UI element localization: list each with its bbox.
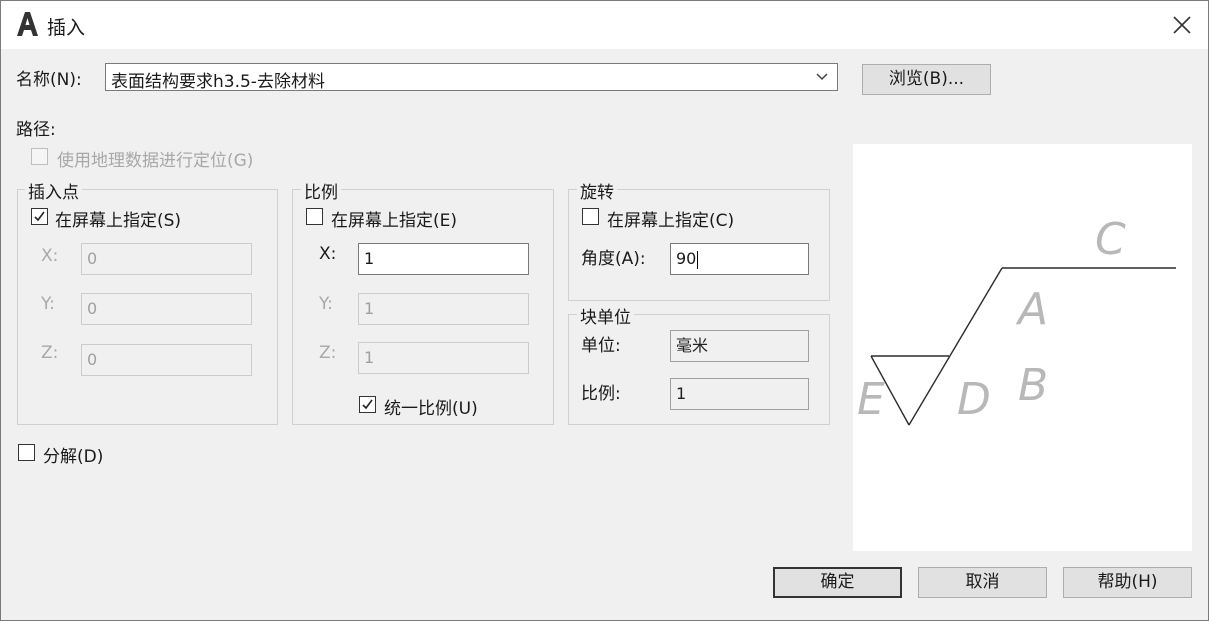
scale-title: 比例 — [301, 178, 341, 203]
scale-y-input[interactable]: 1 — [358, 293, 529, 325]
geo-label: 使用地理数据进行定位(G) — [57, 151, 254, 171]
rotation-specify-label: 在屏幕上指定(C) — [607, 211, 735, 231]
insertion-z-input[interactable]: 0 — [81, 344, 252, 376]
surface-finish-symbol-preview: C A D B E — [857, 214, 1176, 426]
unit-label: 单位: — [581, 336, 621, 356]
ok-button[interactable]: 确定 — [773, 567, 902, 598]
unit-value: 毫米 — [670, 330, 809, 362]
insertion-x-input[interactable]: 0 — [81, 243, 252, 275]
name-value: 表面结构要求h3.5-去除材料 — [111, 72, 325, 92]
scale-x-label: X: — [319, 244, 337, 264]
text-caret — [697, 250, 699, 269]
scale-specify-label: 在屏幕上指定(E) — [331, 211, 458, 231]
rotation-title: 旋转 — [577, 178, 617, 203]
close-x-icon — [1173, 16, 1191, 34]
block-preview: C A D B E — [853, 144, 1192, 551]
block-unit-title: 块单位 — [577, 303, 634, 328]
checkmark-icon — [362, 399, 373, 410]
path-label: 路径: — [16, 120, 56, 140]
autocad-a-icon — [17, 12, 38, 36]
explode-checkbox[interactable] — [18, 444, 35, 461]
rotation-specify-checkbox[interactable] — [582, 208, 599, 225]
scale-z-label: Z: — [319, 343, 337, 363]
geo-checkbox[interactable] — [31, 148, 48, 165]
preview-label-e: E — [857, 374, 885, 425]
chevron-down-icon[interactable] — [815, 68, 829, 86]
insertion-specify-checkbox[interactable] — [31, 208, 48, 225]
title-bar: 插入 — [1, 1, 1208, 49]
insertion-z-label: Z: — [41, 343, 59, 363]
insertion-x-label: X: — [41, 246, 59, 266]
scale-y-label: Y: — [319, 294, 333, 314]
insertion-specify-label: 在屏幕上指定(S) — [55, 211, 182, 231]
insertion-y-label: Y: — [41, 294, 55, 314]
scale-specify-checkbox[interactable] — [306, 208, 323, 225]
name-combobox[interactable]: 表面结构要求h3.5-去除材料 — [105, 63, 838, 92]
preview-label-b: B — [1018, 360, 1048, 411]
unit-factor-label: 比例: — [581, 384, 621, 404]
browse-button[interactable]: 浏览(B)... — [862, 64, 991, 95]
scale-x-input[interactable]: 1 — [358, 243, 529, 275]
help-button[interactable]: 帮助(H) — [1063, 567, 1192, 598]
angle-input[interactable]: 90 — [670, 243, 809, 275]
angle-value: 90 — [676, 249, 697, 268]
preview-label-d: D — [957, 374, 991, 425]
cancel-button[interactable]: 取消 — [918, 567, 1047, 598]
checkmark-icon — [34, 211, 45, 222]
close-button[interactable] — [1164, 9, 1200, 41]
scale-z-input[interactable]: 1 — [358, 342, 529, 374]
name-label: 名称(N): — [16, 70, 82, 90]
uniform-scale-label: 统一比例(U) — [384, 399, 478, 419]
preview-label-c: C — [1095, 214, 1126, 265]
explode-label: 分解(D) — [43, 447, 104, 467]
preview-label-a: A — [1015, 284, 1048, 335]
insertion-point-title: 插入点 — [25, 178, 82, 203]
window-title: 插入 — [47, 17, 86, 39]
insertion-y-input[interactable]: 0 — [81, 293, 252, 325]
uniform-scale-checkbox[interactable] — [359, 396, 376, 413]
insert-dialog: 插入 名称(N): 表面结构要求h3.5-去除材料 浏览(B)... 路径: 使… — [0, 0, 1209, 621]
angle-label: 角度(A): — [581, 249, 646, 269]
unit-factor-value: 1 — [670, 378, 809, 410]
